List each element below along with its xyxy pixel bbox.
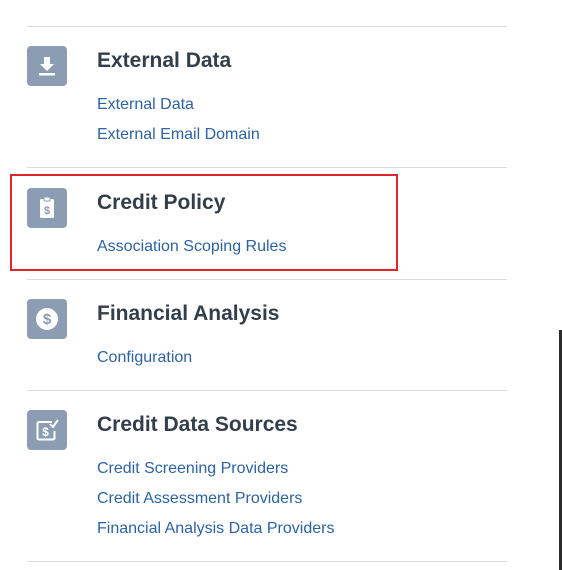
link-external-data[interactable]: External Data (97, 90, 260, 120)
section-links: Credit Screening Providers Credit Assess… (97, 454, 334, 544)
divider (27, 279, 507, 280)
svg-text:$: $ (43, 311, 52, 328)
highlight-box (10, 174, 398, 271)
dollar-circle-icon: $ (27, 299, 67, 339)
link-configuration[interactable]: Configuration (97, 343, 192, 373)
divider (27, 561, 507, 562)
section-external-data: External Data External Data External Ema… (27, 46, 507, 156)
section-title: External Data (97, 49, 232, 72)
section-credit-data-sources: $ Credit Data Sources Credit Screening P… (27, 410, 507, 550)
dollar-check-icon: $ (27, 410, 67, 450)
svg-text:$: $ (42, 425, 49, 439)
section-financial-analysis: $ Financial Analysis Configuration (27, 299, 507, 379)
setup-page: External Data External Data External Ema… (0, 0, 562, 570)
link-credit-screening-providers[interactable]: Credit Screening Providers (97, 454, 334, 484)
divider (27, 26, 507, 27)
link-financial-analysis-data-providers[interactable]: Financial Analysis Data Providers (97, 514, 334, 544)
link-credit-assessment-providers[interactable]: Credit Assessment Providers (97, 484, 334, 514)
link-external-email-domain[interactable]: External Email Domain (97, 120, 260, 150)
section-links: External Data External Email Domain (97, 90, 260, 150)
divider (27, 167, 507, 168)
section-title: Financial Analysis (97, 302, 280, 325)
download-icon (27, 46, 67, 86)
section-title: Credit Data Sources (97, 413, 298, 436)
section-links: Configuration (97, 343, 192, 373)
divider (27, 390, 507, 391)
